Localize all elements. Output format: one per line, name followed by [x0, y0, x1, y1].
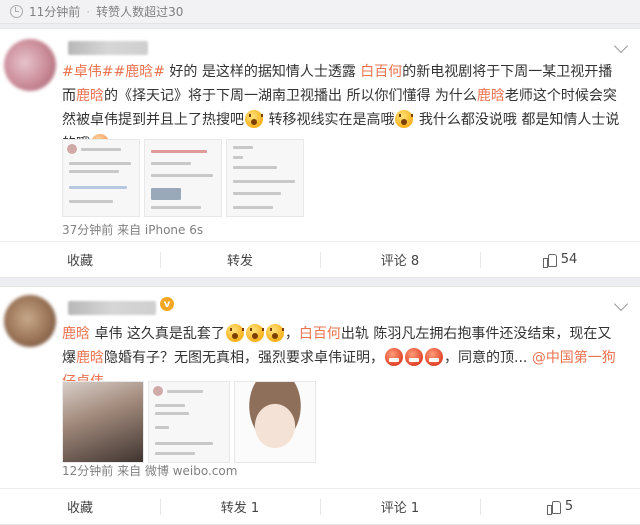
weibo-post: v 鹿晗 卓伟 这久真是乱套了 ，白百何出轨 陈羽凡左拥右抱事件还没结束，现在又爆… — [0, 286, 640, 525]
like-button[interactable]: 54 — [480, 242, 640, 277]
action-bar: 收藏 转发 评论 8 54 — [0, 241, 640, 277]
mention-link[interactable]: 鹿晗 — [477, 88, 505, 104]
angry-emoji-icon — [385, 348, 403, 366]
shocked-emoji-icon — [245, 110, 263, 128]
post-image[interactable] — [62, 139, 140, 217]
favorite-button[interactable]: 收藏 — [0, 489, 160, 524]
post-image[interactable] — [62, 381, 144, 463]
shocked-emoji-icon — [265, 324, 284, 342]
mention-link[interactable]: 鹿晗 — [76, 88, 104, 104]
mention-link[interactable]: 白百何 — [299, 326, 341, 342]
action-bar: 收藏 转发 1 评论 1 5 — [0, 488, 640, 524]
clock-icon — [10, 5, 23, 18]
shocked-emoji-icon — [245, 324, 264, 342]
comment-button[interactable]: 评论 1 — [320, 489, 480, 524]
angry-emoji-icon — [425, 348, 443, 366]
post-meta: 12分钟前 来自 微博 weibo.com — [62, 464, 238, 478]
status-time: 11分钟前 — [29, 5, 81, 19]
image-grid — [62, 381, 316, 463]
chevron-down-icon[interactable] — [613, 38, 629, 54]
favorite-button[interactable]: 收藏 — [0, 242, 160, 277]
post-image[interactable] — [226, 139, 304, 217]
post-image[interactable] — [234, 381, 316, 463]
username-blurred[interactable] — [68, 41, 148, 55]
weibo-post: #卓伟##鹿晗# 好的 是这样的据知情人士透露 白百何的新电视剧将于下周一某卫视… — [0, 28, 640, 278]
post-meta: 37分钟前 来自 iPhone 6s — [62, 223, 204, 237]
repost-button[interactable]: 转发 — [160, 242, 320, 277]
avatar[interactable] — [4, 295, 56, 347]
chevron-down-icon[interactable] — [613, 296, 629, 312]
vip-badge-icon: v — [160, 297, 174, 311]
post-image[interactable] — [144, 139, 222, 217]
mention-link[interactable]: 鹿晗 — [62, 326, 90, 342]
hashtag[interactable]: #鹿晗# — [113, 64, 164, 80]
like-button[interactable]: 5 — [480, 489, 640, 524]
mention-link[interactable]: 白百何 — [360, 64, 402, 80]
status-label: 转赞人数超过30 — [96, 5, 184, 19]
angry-emoji-icon — [405, 348, 423, 366]
comment-button[interactable]: 评论 8 — [320, 242, 480, 277]
thumbs-up-icon — [542, 253, 557, 268]
status-bar: 11分钟前 · 转赞人数超过30 — [0, 0, 640, 24]
avatar[interactable] — [4, 39, 56, 91]
post-image[interactable] — [148, 381, 230, 463]
username-blurred[interactable] — [68, 301, 156, 315]
shocked-emoji-icon — [395, 110, 414, 128]
hashtag[interactable]: #卓伟# — [62, 64, 113, 80]
shocked-emoji-icon — [225, 324, 244, 342]
mention-link[interactable]: 鹿晗 — [76, 350, 104, 366]
thumbs-up-icon — [546, 500, 561, 515]
image-grid — [62, 139, 304, 217]
repost-button[interactable]: 转发 1 — [160, 489, 320, 524]
